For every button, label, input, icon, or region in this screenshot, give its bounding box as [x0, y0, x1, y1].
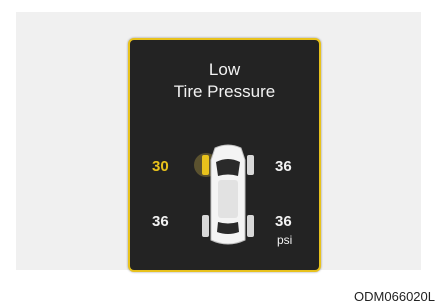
rear-left-pressure: 36 — [152, 213, 169, 230]
rear-left-tire-icon — [202, 215, 209, 237]
warning-title-line1: Low — [208, 60, 241, 79]
front-left-tire-icon — [202, 155, 209, 175]
car-rear-window — [217, 222, 239, 234]
front-left-pressure: 30 — [152, 158, 169, 175]
rear-right-tire-icon — [247, 215, 254, 237]
warning-title-line2: Tire Pressure — [173, 82, 276, 101]
figure-code: ODM066020L — [354, 289, 435, 304]
front-right-tire-icon — [247, 155, 254, 175]
rear-right-pressure: 36 — [275, 213, 292, 230]
car-windshield — [216, 159, 240, 176]
tpms-warning-panel: Low Tire Pressure 30 36 36 36 psi — [128, 38, 321, 272]
pressure-unit: psi — [277, 233, 293, 247]
car-top-view-icon — [194, 144, 254, 245]
front-right-pressure: 36 — [275, 158, 292, 175]
car-roof — [218, 180, 238, 218]
